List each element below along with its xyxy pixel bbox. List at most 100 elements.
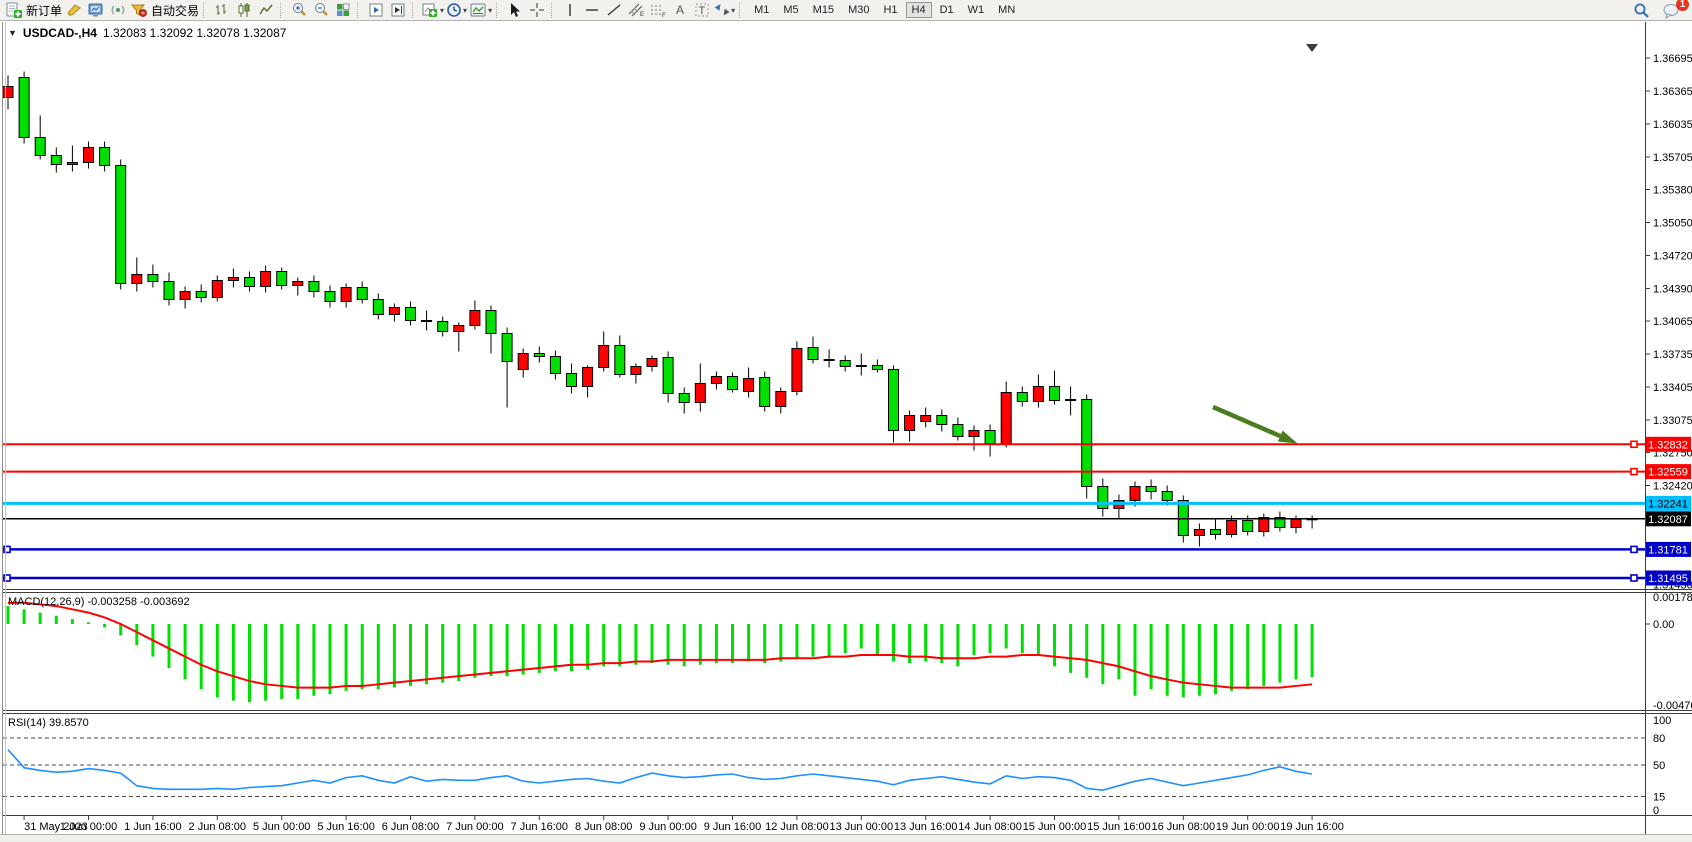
- cursor-button[interactable]: [505, 1, 525, 19]
- hline-price-tag-label: 1.31495: [1648, 573, 1688, 585]
- candle-body: [1275, 518, 1285, 528]
- candle-body: [872, 366, 882, 370]
- styles-button[interactable]: [64, 1, 84, 19]
- candle-body: [1098, 487, 1108, 509]
- candle-body: [1259, 518, 1269, 532]
- timeframe-M30[interactable]: M30: [842, 2, 875, 18]
- candle-body: [760, 378, 770, 407]
- collapse-chevron-icon[interactable]: ▼: [8, 28, 17, 38]
- line-chart-button[interactable]: [256, 1, 276, 19]
- time-tick-label: 9 Jun 00:00: [639, 821, 697, 833]
- add-indicator-button[interactable]: ▾: [421, 1, 444, 19]
- fibonacci-button[interactable]: F: [648, 1, 668, 19]
- equidistant-channel-icon: E: [627, 2, 645, 18]
- timeframe-W1[interactable]: W1: [962, 2, 991, 18]
- candle-body: [1146, 487, 1156, 492]
- vertical-line-button[interactable]: [560, 1, 580, 19]
- equidistant-channel-button[interactable]: E: [626, 1, 646, 19]
- bar-chart-button[interactable]: [212, 1, 232, 19]
- time-tick-label: 7 Jun 16:00: [511, 821, 569, 833]
- hline-price-tag-label: 1.31781: [1648, 544, 1688, 556]
- chevron-down-icon: ▾: [488, 6, 492, 15]
- chart-symbol-label: USDCAD-,H4: [23, 26, 97, 40]
- candle-body: [1291, 520, 1301, 528]
- candle-body: [325, 292, 335, 302]
- candle-body: [695, 384, 705, 403]
- vertical-line-icon: [564, 2, 576, 18]
- candle-body: [406, 308, 416, 321]
- hline-handle[interactable]: [1631, 546, 1637, 552]
- hline-handle[interactable]: [1631, 575, 1637, 581]
- candle-body: [921, 416, 931, 422]
- time-tick-label: 9 Jun 16:00: [704, 821, 762, 833]
- timeframe-M5[interactable]: M5: [777, 2, 804, 18]
- price-tick-label: 1.32750: [1653, 448, 1692, 460]
- candle-body: [357, 288, 367, 300]
- timeframe-D1[interactable]: D1: [934, 2, 960, 18]
- timeframe-H1[interactable]: H1: [877, 2, 903, 18]
- market-watch-button[interactable]: [86, 1, 106, 19]
- crosshair-icon: [529, 2, 545, 18]
- signals-button[interactable]: [108, 1, 128, 19]
- candle-body: [84, 148, 94, 163]
- text-label-button[interactable]: T: [692, 1, 712, 19]
- candle-body: [550, 357, 560, 374]
- time-axis-border: [2, 815, 1692, 816]
- crosshair-button[interactable]: [527, 1, 547, 19]
- search-button[interactable]: [1631, 1, 1651, 19]
- chart-plot-area[interactable]: 1.366951.363651.360351.357051.353801.350…: [0, 0, 1692, 841]
- dock-right-button[interactable]: [388, 1, 408, 19]
- hline-handle[interactable]: [1631, 441, 1637, 447]
- timeframe-clock-button[interactable]: ▾: [446, 1, 467, 19]
- auto-trading-button[interactable]: 自动交易: [130, 1, 199, 19]
- chart-template-button[interactable]: ▾: [469, 1, 492, 19]
- candle-body: [1066, 400, 1076, 401]
- timeframe-M1[interactable]: M1: [748, 2, 775, 18]
- rsi-axis-label: 15: [1653, 792, 1665, 804]
- window-left-border: [2, 22, 3, 834]
- timeframe-H4[interactable]: H4: [906, 2, 932, 18]
- candle-body: [35, 138, 45, 156]
- candle-body: [1017, 393, 1027, 402]
- zoom-in-button[interactable]: [289, 1, 309, 19]
- arrows-button[interactable]: ▾: [714, 1, 735, 19]
- time-tick-label: 7 Jun 00:00: [446, 821, 504, 833]
- candle-body: [454, 326, 464, 332]
- rsi-panel-top-border[interactable]: [2, 710, 1692, 711]
- timeframe-MN[interactable]: MN: [992, 2, 1021, 18]
- chat-button[interactable]: 1: [1661, 1, 1681, 19]
- trendline-button[interactable]: [604, 1, 624, 19]
- trend-arrow-annotation[interactable]: [1213, 407, 1280, 436]
- chevron-down-icon: ▾: [440, 6, 444, 15]
- time-tick-label: 5 Jun 00:00: [253, 821, 311, 833]
- trend-arrow-head[interactable]: [1278, 431, 1298, 444]
- dock-left-button[interactable]: [366, 1, 386, 19]
- time-tick-label: 8 Jun 08:00: [575, 821, 633, 833]
- hline-handle[interactable]: [1631, 469, 1637, 475]
- hline-price-tag: [1646, 571, 1691, 586]
- price-tick-label: 1.35705: [1653, 152, 1692, 164]
- new-order-button[interactable]: 新订单: [5, 1, 62, 19]
- candle-body: [889, 370, 899, 431]
- hline-price-tag-label: 1.32241: [1648, 498, 1688, 510]
- macd-panel-top-border[interactable]: [2, 589, 1692, 590]
- tile-windows-icon: [335, 2, 351, 18]
- timeframe-M15[interactable]: M15: [807, 2, 840, 18]
- candle-body: [1001, 393, 1011, 444]
- time-tick-label: 31 May 2023: [24, 821, 88, 833]
- svg-text:E: E: [640, 12, 644, 18]
- new-order-label: 新订单: [26, 2, 62, 19]
- price-tick-label: 1.32420: [1653, 481, 1692, 493]
- horizontal-line-button[interactable]: [582, 1, 602, 19]
- horizontal-line-icon: [584, 2, 600, 18]
- candlestick-chart-button[interactable]: [234, 1, 254, 19]
- candle-body: [293, 282, 303, 286]
- chart-shift-marker-icon[interactable]: [1306, 44, 1318, 52]
- svg-text:F: F: [662, 13, 666, 18]
- candle-body: [164, 282, 174, 300]
- candle-body: [1307, 519, 1317, 520]
- zoom-out-button[interactable]: [311, 1, 331, 19]
- candle-body: [309, 282, 319, 292]
- text-button[interactable]: A: [670, 1, 690, 19]
- tile-windows-button[interactable]: [333, 1, 353, 19]
